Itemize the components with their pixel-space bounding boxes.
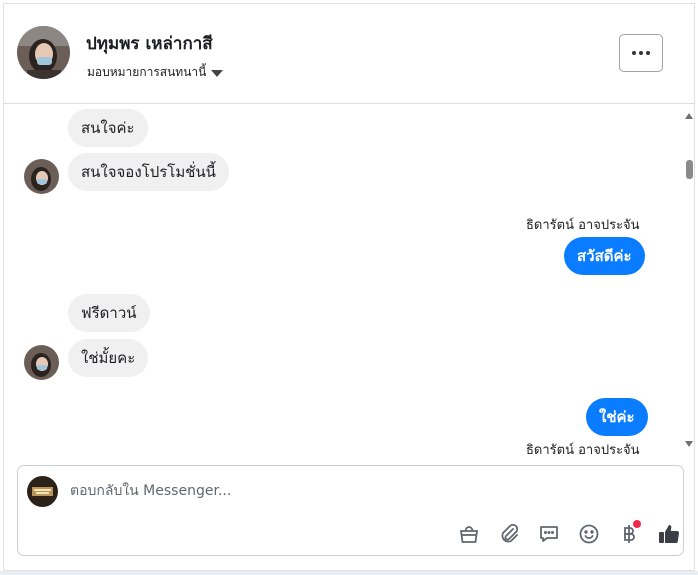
baht-icon[interactable]	[609, 518, 649, 550]
incoming-message: สนใจจองโปรโมชั่นนี้	[68, 153, 229, 191]
conversation-panel: ปทุมพร เหล่ากาสี มอบหมายการสนทนานี้ สนใจ…	[3, 3, 695, 571]
outgoing-message: ใช่ค่ะ	[586, 398, 648, 436]
more-options-button[interactable]	[619, 34, 663, 72]
conversation-header: ปทุมพร เหล่ากาสี มอบหมายการสนทนานี้	[4, 4, 694, 104]
incoming-message: สนใจค่ะ	[68, 109, 148, 147]
reply-input[interactable]	[70, 479, 630, 503]
contact-name: ปทุมพร เหล่ากาสี	[86, 34, 213, 54]
contact-avatar[interactable]	[17, 26, 70, 79]
thumbs-up-icon[interactable]	[649, 518, 689, 550]
contact-avatar-small	[24, 345, 59, 380]
assign-conversation-dropdown[interactable]: มอบหมายการสนทนานี้	[87, 63, 224, 82]
incoming-message: ฟรีดาวน์	[68, 294, 150, 332]
notification-dot	[633, 520, 641, 528]
more-dot-icon	[632, 51, 636, 55]
assign-conversation-label: มอบหมายการสนทนานี้	[87, 65, 207, 79]
page-avatar	[27, 476, 58, 507]
window-bottom-edge	[0, 571, 698, 575]
scroll-up-icon[interactable]	[685, 113, 693, 119]
more-dot-icon	[639, 51, 643, 55]
emoji-icon[interactable]	[569, 518, 609, 550]
thread-scrollbar[interactable]	[683, 111, 695, 451]
reply-composer	[17, 465, 684, 556]
sender-name: ธิดารัตน์ อาจประจัน	[526, 218, 640, 233]
saved-reply-icon[interactable]	[529, 518, 569, 550]
composer-toolbar	[449, 518, 689, 550]
paperclip-icon[interactable]	[489, 518, 529, 550]
outgoing-message: สวัสดีค่ะ	[564, 237, 645, 275]
message-thread[interactable]: สนใจค่ะ สนใจจองโปรโมชั่นนี้ ธิดารัตน์ อา…	[4, 105, 694, 461]
scroll-thumb[interactable]	[686, 160, 693, 179]
contact-avatar-small	[24, 159, 59, 194]
caret-down-icon	[211, 69, 224, 77]
shopping-bag-icon[interactable]	[449, 518, 489, 550]
more-dot-icon	[646, 51, 650, 55]
incoming-message: ใช่มั้ยคะ	[68, 339, 149, 377]
sender-name: ธิดารัตน์ อาจประจัน	[526, 443, 640, 458]
scroll-down-icon[interactable]	[685, 441, 693, 447]
